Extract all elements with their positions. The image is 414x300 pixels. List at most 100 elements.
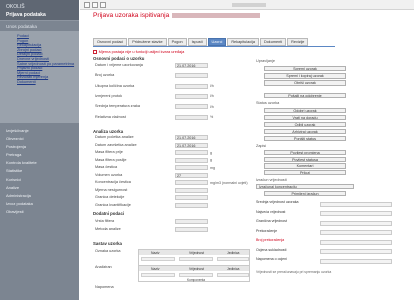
table-cell-unit[interactable] — [217, 273, 249, 277]
tab-6[interactable]: Dokumenti — [259, 38, 287, 46]
calc-value[interactable] — [320, 201, 392, 207]
field-input[interactable] — [175, 195, 208, 200]
table-cell-name[interactable] — [141, 257, 175, 261]
table-cell-value[interactable] — [179, 273, 213, 277]
status-buttons-item[interactable]: Odbij uzorak — [264, 122, 346, 128]
field-input[interactable] — [175, 165, 208, 170]
log-buttons-item[interactable]: Prilozi — [264, 169, 346, 176]
tab-0[interactable]: Osnovni podaci — [93, 38, 128, 46]
status-buttons-item[interactable]: Poništi status — [264, 136, 346, 142]
field-input[interactable] — [175, 202, 208, 208]
sidebar-item[interactable]: Analize — [6, 184, 37, 192]
calc-value[interactable] — [320, 258, 392, 264]
sidebar-item[interactable]: Korisnici — [6, 176, 37, 184]
form-row: Datum i vrijeme uzorkovanja 21.07.2016 — [95, 63, 251, 68]
action-buttons-item[interactable]: Spremi i kopiraj uzorak — [264, 73, 346, 79]
field-input[interactable]: 21.07.2016 — [175, 135, 208, 140]
field-input[interactable] — [175, 150, 208, 155]
form-row: Ukupna količina uzorka l/h — [95, 83, 251, 89]
field-input[interactable]: 21.07.2016 — [175, 142, 208, 148]
sidebar-item[interactable]: Postrojenja — [6, 143, 37, 151]
sidebar-subitem[interactable]: Dokumenti — [17, 79, 74, 85]
table-cell-name[interactable] — [141, 273, 175, 277]
table-cell-value[interactable] — [179, 257, 213, 261]
calc-select[interactable]: Izračunaj koncentraciju — [256, 184, 354, 190]
home-icon[interactable] — [100, 2, 106, 8]
address-bar[interactable] — [232, 3, 266, 7]
sidebar-item[interactable]: Kontrola kvalitete — [6, 159, 37, 167]
field-unit: l/h — [210, 104, 214, 109]
log-buttons-item[interactable]: Komentari — [264, 163, 346, 169]
field-input[interactable] — [175, 219, 208, 224]
status-buttons-item[interactable]: Arhiviraj uzorak — [264, 129, 346, 135]
form-row: Broj uzorka — [95, 73, 251, 79]
field-input[interactable] — [175, 157, 208, 163]
form-row: Koncentracija čestica mg/m3 (normalni uvj… — [95, 180, 251, 185]
sidebar-item[interactable]: Administracija — [6, 192, 37, 200]
field-label: Broj uzorka — [95, 73, 115, 78]
sidebar-section-label[interactable]: Unos podataka — [6, 24, 37, 29]
sidebar-item[interactable]: Izvoz podataka — [6, 200, 37, 208]
sidebar-item[interactable]: Statistike — [6, 167, 37, 175]
log-buttons-item[interactable]: Povijest statusa — [264, 156, 346, 162]
main-form: Mjerna postaja nije u funkciji uslijed k… — [93, 49, 251, 54]
tab-2[interactable]: Pogon — [167, 38, 187, 46]
field-unit: l/h — [210, 94, 214, 99]
calc-value[interactable] — [320, 230, 392, 235]
log-buttons-item[interactable]: Povijest promjena — [264, 150, 346, 156]
form-row: Datum početka analize 21.07.2016 — [95, 135, 251, 140]
field-input[interactable] — [175, 104, 208, 110]
tab-4[interactable]: Uzorci — [207, 38, 227, 46]
tab-7[interactable]: Revizije — [287, 38, 309, 46]
send-for-approval-button[interactable]: Pošalji na odobrenje — [264, 93, 346, 99]
sidebar-item[interactable]: Izvješćivanje — [6, 127, 37, 135]
field-input[interactable] — [175, 93, 208, 99]
calc-value[interactable] — [320, 249, 392, 254]
field-input[interactable] — [175, 73, 208, 79]
form-row: Mjerna nesigurnost — [95, 187, 251, 193]
warning-checkbox[interactable] — [93, 50, 97, 54]
field-input[interactable] — [175, 180, 208, 185]
calc-value[interactable] — [320, 211, 392, 216]
status-buttons-item[interactable]: Vrati na doradu — [264, 115, 346, 121]
field-input[interactable] — [175, 83, 208, 89]
field-input[interactable] — [175, 187, 208, 193]
calc-label: Broj prekoračenja — [256, 238, 285, 242]
sidebar-item[interactable]: Obavijesti — [6, 208, 37, 216]
table2-label: Analiziran — [95, 265, 112, 269]
forward-icon[interactable] — [92, 2, 98, 8]
sidebar-item[interactable]: Pretraga — [6, 151, 37, 159]
status-buttons-item[interactable]: Odobri uzorak — [264, 108, 346, 114]
field-label: Koncentracija čestica — [95, 180, 131, 184]
action-buttons-item[interactable]: Spremi uzorak — [264, 66, 346, 72]
tab-1[interactable]: Pridružene stavke — [128, 38, 167, 46]
warning-message[interactable]: Mjerna postaja nije u funkciji uslijed k… — [93, 49, 251, 54]
field-input[interactable] — [175, 114, 208, 120]
calc-value[interactable] — [320, 239, 392, 245]
field-input[interactable]: 27 — [175, 172, 208, 178]
form-row: Granica kvantifikacije — [95, 202, 251, 208]
form-row: Vrsta filtera — [95, 219, 251, 224]
field-label: Volumen uzorka — [95, 172, 123, 177]
back-icon[interactable] — [84, 2, 90, 8]
table-header: Naziv Vrijednost Jedinica — [139, 266, 249, 271]
app-logo[interactable]: OKOLIŠ Prijava podataka — [0, 0, 79, 21]
field-unit: % — [210, 115, 214, 119]
calc-row: Granična vrijednost — [256, 219, 414, 227]
field-input[interactable]: 21.07.2016 — [175, 63, 208, 68]
field-label: Ukupna količina uzorka — [95, 83, 135, 88]
field-input[interactable] — [175, 227, 208, 232]
action-buttons-item[interactable]: Obriši uzorak — [264, 80, 346, 86]
tab-5[interactable]: Rekapitulacija — [227, 38, 259, 46]
field-label: Granica detekcije — [95, 195, 125, 199]
tab-3[interactable]: Ispusti — [187, 38, 207, 46]
composition-table-2: Naziv Vrijednost Jedinica Komponenta — [138, 265, 250, 282]
table-cell-unit[interactable] — [217, 257, 249, 261]
sidebar-main-menu: Izvješćivanje Obveznici Postrojenja Pretrag… — [6, 127, 37, 216]
calc-value[interactable] — [320, 220, 392, 226]
calc-row: Prekoračenje — [256, 229, 414, 237]
section-sample-tables: Sastav uzorka — [93, 241, 122, 246]
calc-apply-button[interactable]: Primijeni izračun — [264, 191, 346, 197]
sidebar-item[interactable]: Obveznici — [6, 135, 37, 143]
logo-line-1: OKOLIŠ — [6, 4, 25, 10]
